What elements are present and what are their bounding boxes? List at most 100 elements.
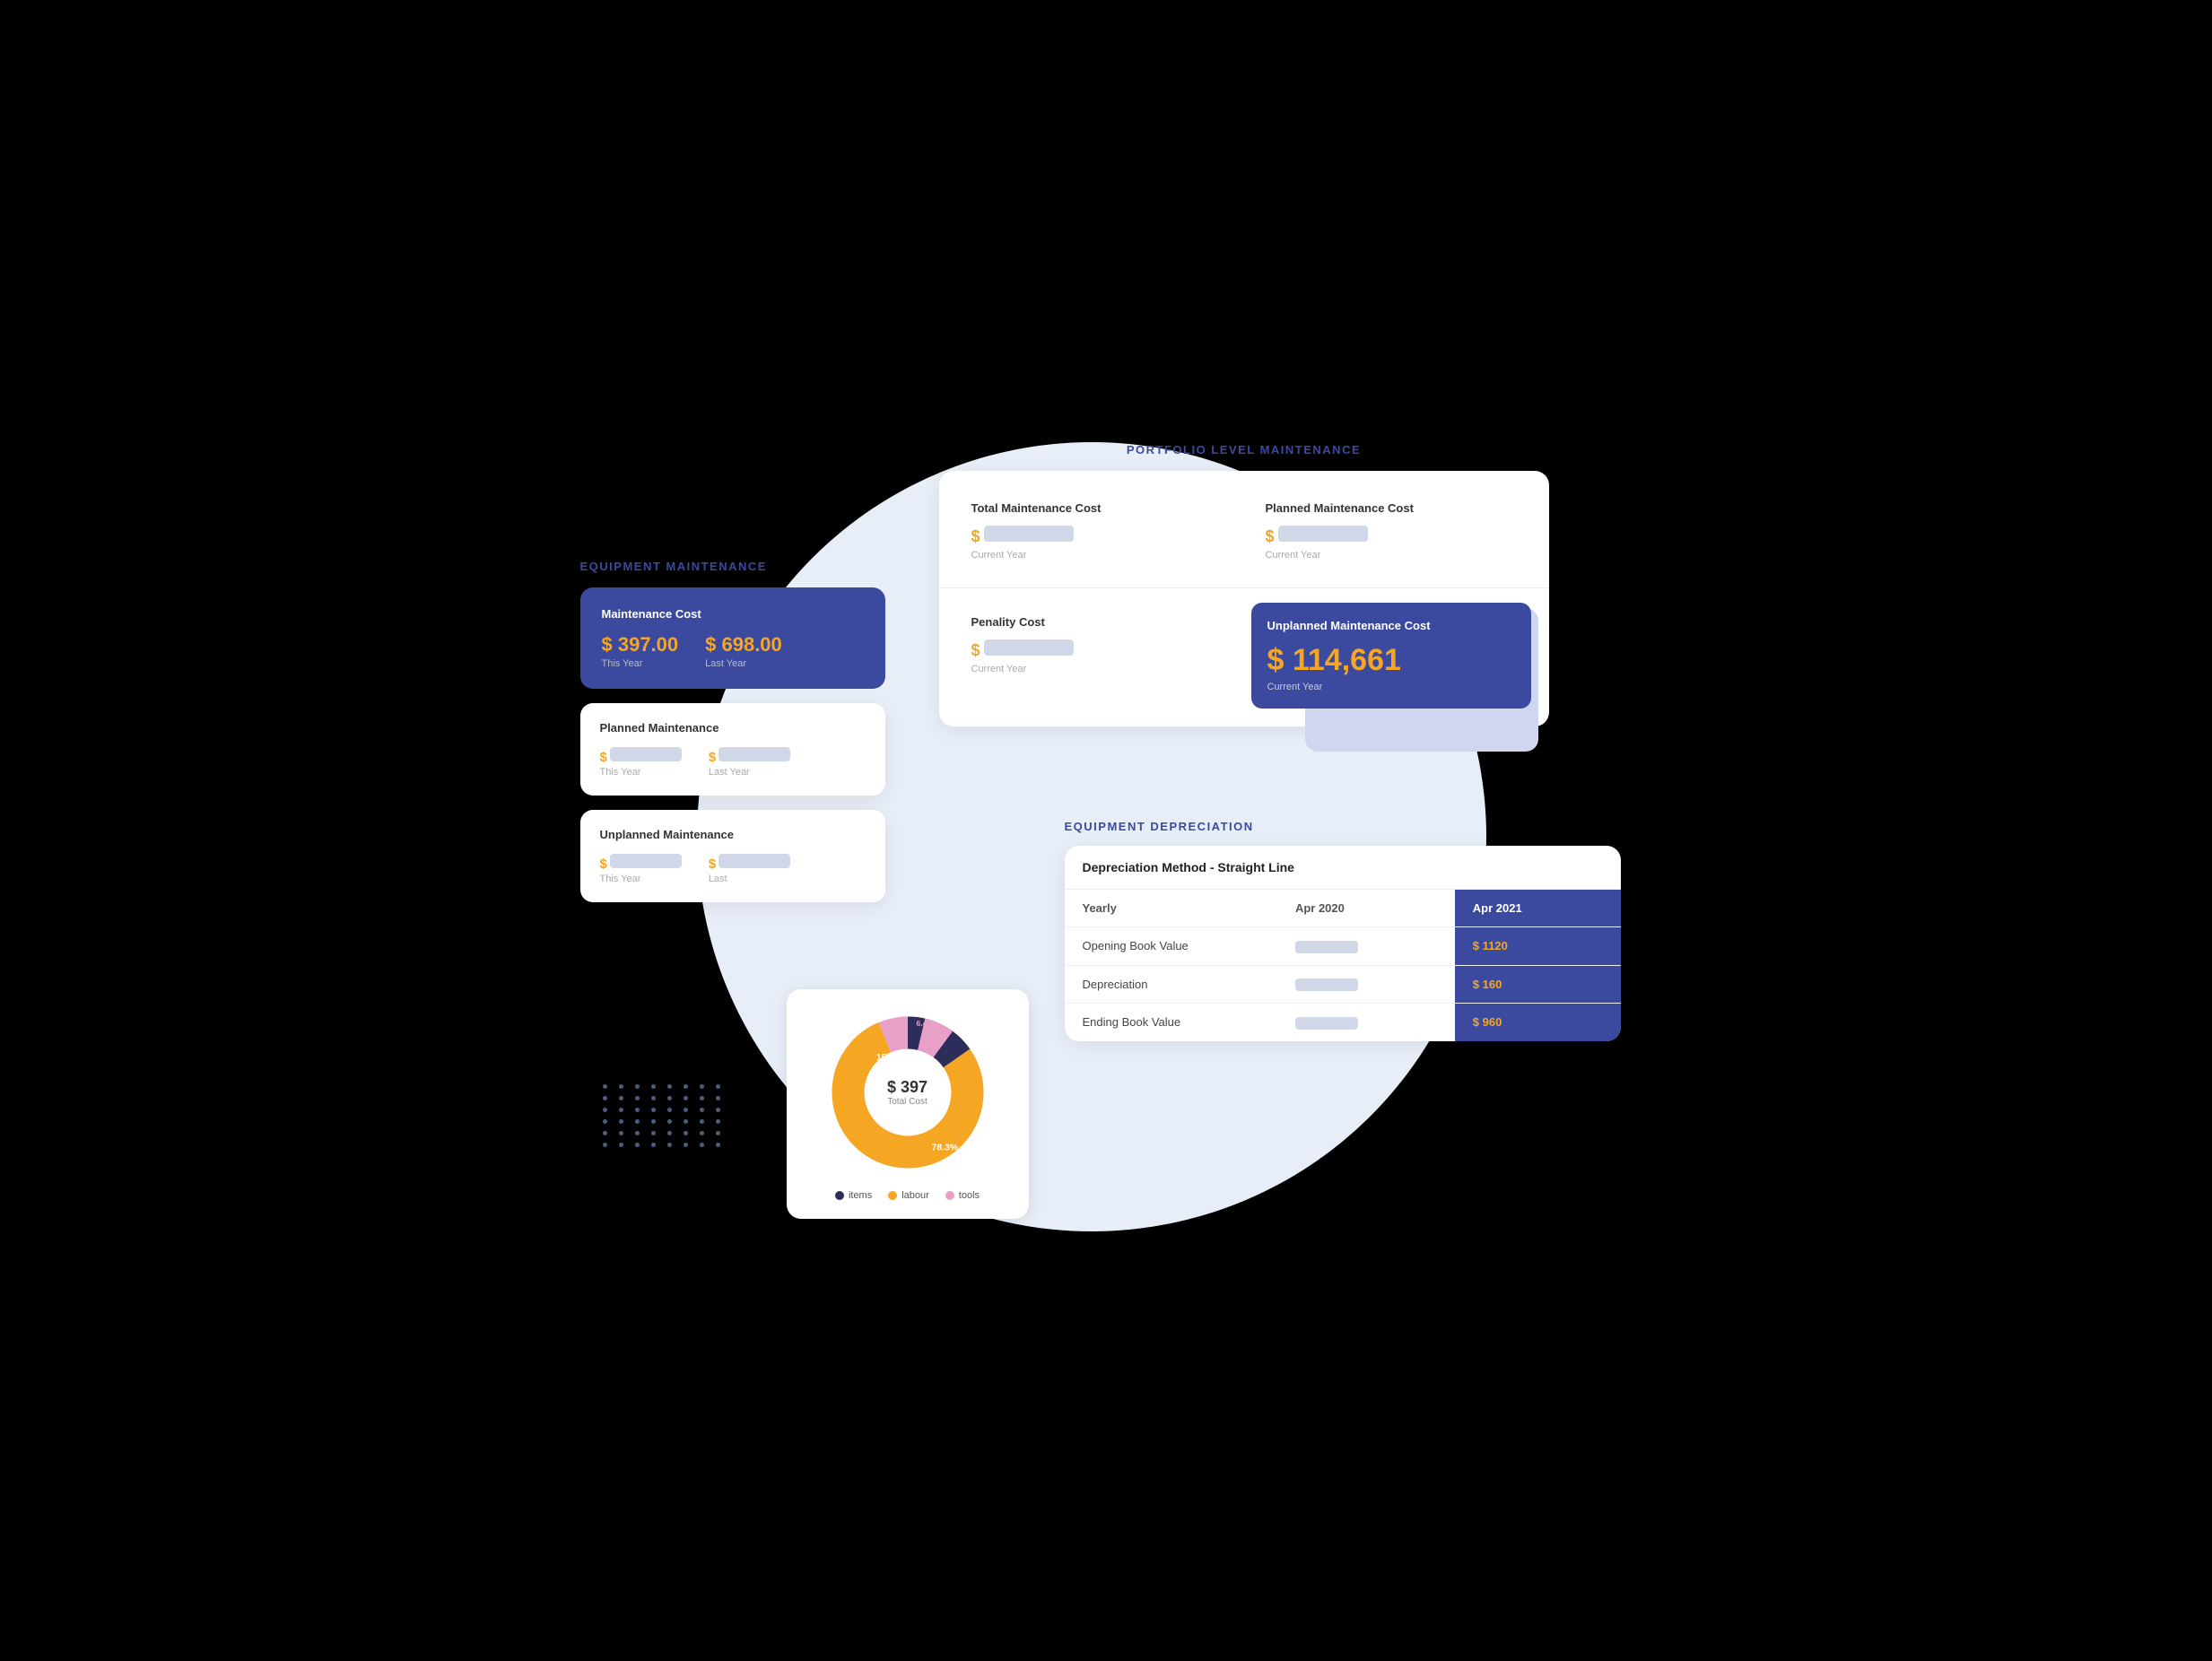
dot: [700, 1108, 704, 1112]
depreciation-table: Yearly Apr 2020 Apr 2021 Opening Book Va…: [1065, 890, 1621, 1041]
row-apr2020-2: [1277, 1004, 1455, 1041]
portfolio-grid: Total Maintenance Cost $ Current Year Pl…: [939, 471, 1549, 726]
row-label-0: Opening Book Value: [1065, 927, 1277, 966]
dot: [619, 1143, 623, 1147]
unplanned-this-year-label: This Year: [600, 874, 682, 884]
labour-percent-label: 78.3%: [931, 1144, 958, 1153]
planned-title: Planned Maintenance: [600, 721, 866, 735]
unplanned-this-year: $ This Year: [600, 854, 682, 884]
portfolio-section: PORTFOLIO LEVEL MAINTENANCE Total Mainte…: [939, 442, 1549, 726]
items-percent-label: 15.3%: [875, 1053, 902, 1063]
unplanned-cost-sub: Current Year: [1267, 682, 1515, 692]
dot: [700, 1119, 704, 1124]
donut-amount: $ 397: [887, 1078, 927, 1097]
dot: [619, 1096, 623, 1100]
dot: [684, 1119, 688, 1124]
dot: [603, 1108, 607, 1112]
total-maintenance-cost-card: Total Maintenance Cost $ Current Year: [957, 489, 1237, 573]
penality-cost-value: $: [971, 639, 1223, 660]
dot: [603, 1084, 607, 1089]
dot: [651, 1096, 656, 1100]
total-cost-value: $: [971, 526, 1223, 546]
planned-maintenance-card: Planned Maintenance $ This Year $ Last Y…: [580, 703, 885, 796]
depreciation-row: Opening Book Value $ 1120: [1065, 927, 1621, 966]
this-year-label: This Year: [602, 658, 679, 669]
dot: [684, 1131, 688, 1135]
row-apr2021-2: $ 960: [1455, 1004, 1621, 1041]
dot: [684, 1096, 688, 1100]
dot: [635, 1084, 640, 1089]
legend-tools: tools: [945, 1190, 980, 1201]
donut-card: 15.3% 6.4% 78.3% $ 397 Total Cost items: [787, 989, 1029, 1219]
dot: [651, 1143, 656, 1147]
legend-items: items: [835, 1190, 872, 1201]
dot: [716, 1143, 720, 1147]
portfolio-label: PORTFOLIO LEVEL MAINTENANCE: [939, 442, 1549, 458]
penality-cost-sub: Current Year: [971, 664, 1223, 674]
dot: [684, 1108, 688, 1112]
dot: [619, 1108, 623, 1112]
donut-chart-section: 15.3% 6.4% 78.3% $ 397 Total Cost items: [787, 989, 1029, 1219]
depreciation-section: EQUIPMENT DEPRECIATION Depreciation Meth…: [1065, 819, 1621, 1041]
total-cost-sub: Current Year: [971, 550, 1223, 561]
donut-legend: items labour tools: [805, 1190, 1011, 1201]
dot: [700, 1143, 704, 1147]
labour-legend-label: labour: [901, 1190, 929, 1201]
unplanned-maintenance-card: Unplanned Maintenance $ This Year $ Last: [580, 810, 885, 902]
dot-pattern: // Will be generated inline: [603, 1084, 725, 1147]
planned-cost-sub: Current Year: [1266, 550, 1517, 561]
depreciation-label: EQUIPMENT DEPRECIATION: [1065, 819, 1621, 835]
penality-cost-title: Penality Cost: [971, 615, 1223, 629]
planned-cost-title: Planned Maintenance Cost: [1266, 501, 1517, 515]
this-year-block: $ 397.00 This Year: [602, 633, 679, 669]
planned-this-year: $ This Year: [600, 747, 682, 778]
dot: [635, 1119, 640, 1124]
dot: [603, 1119, 607, 1124]
row-label-2: Ending Book Value: [1065, 1004, 1277, 1041]
dot: [635, 1096, 640, 1100]
dot: [667, 1131, 672, 1135]
equipment-maintenance-label: EQUIPMENT MAINTENANCE: [580, 559, 885, 575]
dot: [603, 1131, 607, 1135]
items-legend-dot: [835, 1191, 844, 1200]
dot: [716, 1108, 720, 1112]
planned-this-year-label: This Year: [600, 767, 682, 778]
dot: [651, 1108, 656, 1112]
unplanned-wrapper: Unplanned Maintenance Cost $ 114,661 Cur…: [1251, 603, 1531, 709]
unplanned-values: $ This Year $ Last: [600, 854, 866, 884]
unplanned-last-year: $ Last: [709, 854, 790, 884]
depreciation-row: Ending Book Value $ 960: [1065, 1004, 1621, 1041]
last-year-label: Last Year: [705, 658, 782, 669]
maintenance-cost-title: Maintenance Cost: [602, 607, 864, 621]
dot: [651, 1084, 656, 1089]
row-apr2020-0: [1277, 927, 1455, 966]
col-apr2020: Apr 2020: [1277, 890, 1455, 927]
penality-cost-card: Penality Cost $ Current Year: [957, 603, 1237, 709]
unplanned-title: Unplanned Maintenance: [600, 828, 866, 841]
planned-last-year-label: Last Year: [709, 767, 790, 778]
dot: [700, 1131, 704, 1135]
labour-legend-dot: [888, 1191, 897, 1200]
col-yearly: Yearly: [1065, 890, 1277, 927]
dot: [700, 1096, 704, 1100]
dot: [619, 1084, 623, 1089]
dot: [635, 1143, 640, 1147]
planned-maintenance-cost-card: Planned Maintenance Cost $ Current Year: [1251, 489, 1531, 573]
dot: [667, 1096, 672, 1100]
equipment-maintenance-section: EQUIPMENT MAINTENANCE Maintenance Cost $…: [580, 559, 885, 917]
maintenance-cost-card: Maintenance Cost $ 397.00 This Year $ 69…: [580, 587, 885, 689]
dot: [667, 1084, 672, 1089]
portfolio-divider: [939, 587, 1549, 588]
row-apr2021-0: $ 1120: [1455, 927, 1621, 966]
dot: [619, 1119, 623, 1124]
dot: [716, 1119, 720, 1124]
dot: [651, 1131, 656, 1135]
dot: [684, 1143, 688, 1147]
last-year-block: $ 698.00 Last Year: [705, 633, 782, 669]
dot: [667, 1108, 672, 1112]
tools-percent-label: 6.4%: [916, 1019, 934, 1028]
row-apr2020-1: [1277, 965, 1455, 1004]
planned-last-year: $ Last Year: [709, 747, 790, 778]
items-legend-label: items: [849, 1190, 872, 1201]
donut-label: Total Cost: [887, 1097, 927, 1107]
